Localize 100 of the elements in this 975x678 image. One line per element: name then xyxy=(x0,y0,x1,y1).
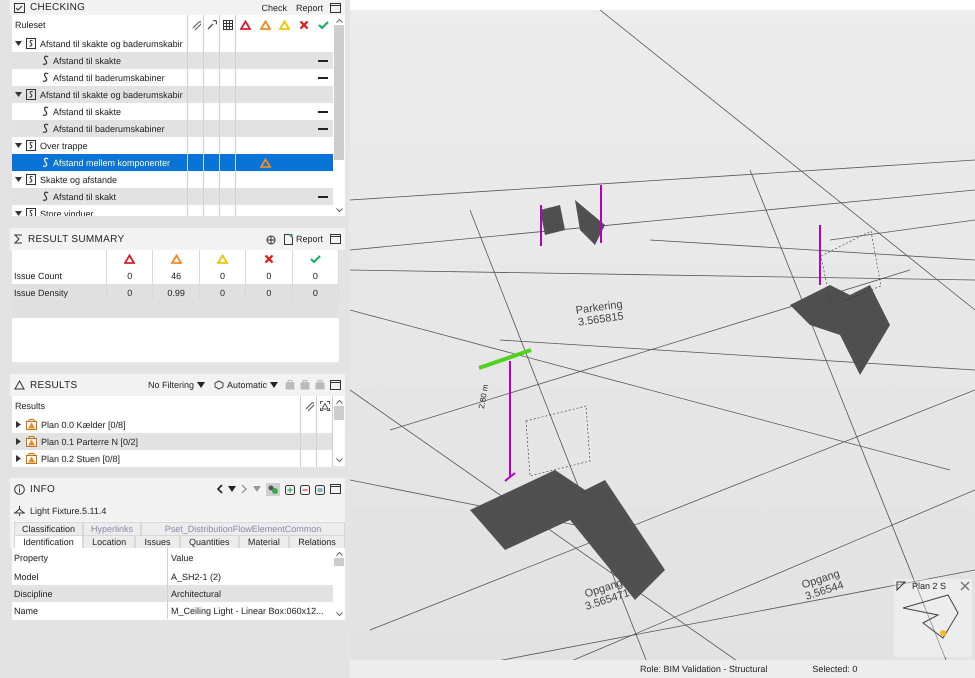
maximize-icon[interactable] xyxy=(330,484,341,494)
rule-label: Over trappe xyxy=(40,140,88,150)
clipboard-lines-icon[interactable] xyxy=(315,484,325,494)
tab[interactable]: Quantities xyxy=(180,535,239,548)
corner-icon xyxy=(896,581,906,591)
rule-icon xyxy=(42,123,49,134)
rule-row[interactable]: Afstand mellem komponenter xyxy=(12,154,333,171)
caret-down-icon[interactable] xyxy=(15,91,22,98)
chevron-up-icon xyxy=(336,551,342,556)
ruleset-row[interactable]: Afstand til skakte og baderumskabir xyxy=(12,86,333,103)
tab[interactable]: Identification xyxy=(14,535,83,548)
maximize-icon[interactable] xyxy=(330,234,341,244)
tab[interactable]: Location xyxy=(82,535,136,548)
rule-icon xyxy=(42,191,49,202)
caret-down-icon[interactable] xyxy=(15,40,22,47)
caret-down-icon[interactable] xyxy=(15,176,22,183)
objects-icon[interactable] xyxy=(266,482,280,496)
rule-row[interactable]: Afstand til skakt xyxy=(12,188,333,205)
cross-icon xyxy=(264,254,274,264)
triangle-warning-icon xyxy=(217,254,228,264)
caret-down-icon[interactable] xyxy=(15,210,22,216)
scrollbar-thumb[interactable] xyxy=(334,558,344,566)
staircase-drawing xyxy=(540,200,605,245)
minimap-title: Plan 2 S xyxy=(912,581,948,591)
result-label: Plan 0.1 Parterre N [0/2] xyxy=(41,436,138,446)
maximize-icon[interactable] xyxy=(330,380,341,390)
triangle-warning-icon xyxy=(279,20,290,30)
tab[interactable]: Issues xyxy=(135,535,180,548)
scrollbar-thumb[interactable] xyxy=(334,25,344,160)
rule-label: Afstand til baderumskabiner xyxy=(53,72,165,82)
result-row[interactable]: Plan 0.2 Stuen [0/8] xyxy=(12,450,333,467)
rule-label: Afstand til skakte og baderumskabir xyxy=(40,38,183,48)
caret-right-icon[interactable] xyxy=(15,421,22,428)
measurement-line-drawing xyxy=(819,225,821,285)
document-plus-icon xyxy=(284,234,293,244)
caret-right-icon[interactable] xyxy=(15,455,22,462)
triangle-warning-icon xyxy=(260,20,271,30)
clipboard-plus-icon[interactable] xyxy=(285,484,295,494)
clipboard-minus-icon[interactable] xyxy=(300,484,310,494)
chevron-down-icon xyxy=(336,612,342,617)
check-button[interactable]: Check xyxy=(259,2,289,12)
maximize-icon[interactable] xyxy=(330,2,341,12)
result-row[interactable]: Plan 0.1 Parterre N [0/2] xyxy=(12,433,333,450)
column-header[interactable]: Value xyxy=(168,548,333,568)
tab[interactable]: Relations xyxy=(289,535,346,548)
panel-title: CHECKING xyxy=(30,2,86,13)
measurement-line-drawing xyxy=(600,185,602,243)
sigma-icon xyxy=(14,234,23,244)
scrollbar-thumb[interactable] xyxy=(334,406,344,420)
report-button[interactable]: Report xyxy=(282,234,325,244)
chevron-right-icon[interactable] xyxy=(241,484,248,494)
caret-down-icon[interactable] xyxy=(15,142,22,149)
rule-label: Afstand til skakte xyxy=(53,56,122,66)
close-icon[interactable] xyxy=(960,581,970,591)
ruleset-icon xyxy=(26,174,36,185)
chevron-down-icon xyxy=(336,208,342,213)
property-value: Architectural xyxy=(170,588,222,600)
rule-label: Afstand til baderumskabiner xyxy=(53,124,165,134)
minimap[interactable]: Plan 2 S xyxy=(894,579,972,657)
cube-icon xyxy=(214,380,224,390)
info-icon xyxy=(14,484,25,494)
caret-down-icon[interactable] xyxy=(228,486,236,492)
rule-label: Afstand til skakte og baderumskabir xyxy=(40,90,183,100)
rule-row[interactable]: Afstand til baderumskabiner xyxy=(12,120,333,137)
rule-row[interactable]: Afstand til skakte xyxy=(12,52,333,69)
triangle-warning-icon xyxy=(170,254,182,264)
cross-icon xyxy=(298,20,309,30)
paperclip-icon xyxy=(304,401,314,411)
status-text: Selected: 0 xyxy=(812,664,858,674)
caret-right-icon[interactable] xyxy=(15,438,22,445)
panel-title: INFO xyxy=(30,484,56,494)
property-name: Name xyxy=(12,602,168,619)
paperclip-icon xyxy=(190,20,200,30)
triangle-warning-icon xyxy=(240,20,252,30)
chevron-up-icon xyxy=(336,18,342,23)
object-name: Light Fixture.5.11.4 xyxy=(30,506,106,516)
rule-icon xyxy=(42,55,49,66)
caret-down-icon xyxy=(270,382,278,388)
floor-warning-icon xyxy=(26,436,37,447)
viewpoint-icon xyxy=(320,401,330,411)
panel-title: RESULT SUMMARY xyxy=(28,234,124,244)
chevron-left-icon[interactable] xyxy=(216,484,223,494)
floor-warning-icon xyxy=(26,419,37,430)
chevron-up-icon xyxy=(336,399,342,404)
triangle-icon xyxy=(14,380,25,390)
ruleset-icon xyxy=(26,140,36,151)
report-button[interactable]: Report xyxy=(294,2,325,12)
triangle-warning-icon xyxy=(124,254,136,264)
dimension-label: 2.80 m xyxy=(478,384,491,410)
property-value: M_Ceiling Light - Linear Box:060x12... xyxy=(170,604,325,618)
checklist-icon xyxy=(14,2,25,12)
check-icon xyxy=(318,20,329,30)
result-label: Plan 0.2 Stuen [0/8] xyxy=(41,454,120,464)
room-label: Opgang 3.56544 xyxy=(800,568,846,603)
tab[interactable]: Material xyxy=(238,535,290,548)
tab[interactable]: Classification xyxy=(14,522,84,535)
result-label: Plan 0.0 Kælder [0/8] xyxy=(41,420,126,430)
filter-dropdown[interactable]: No Filtering xyxy=(146,380,207,390)
mode-dropdown[interactable]: Automatic xyxy=(212,380,280,390)
rule-label: Afstand til skakt xyxy=(53,192,116,202)
